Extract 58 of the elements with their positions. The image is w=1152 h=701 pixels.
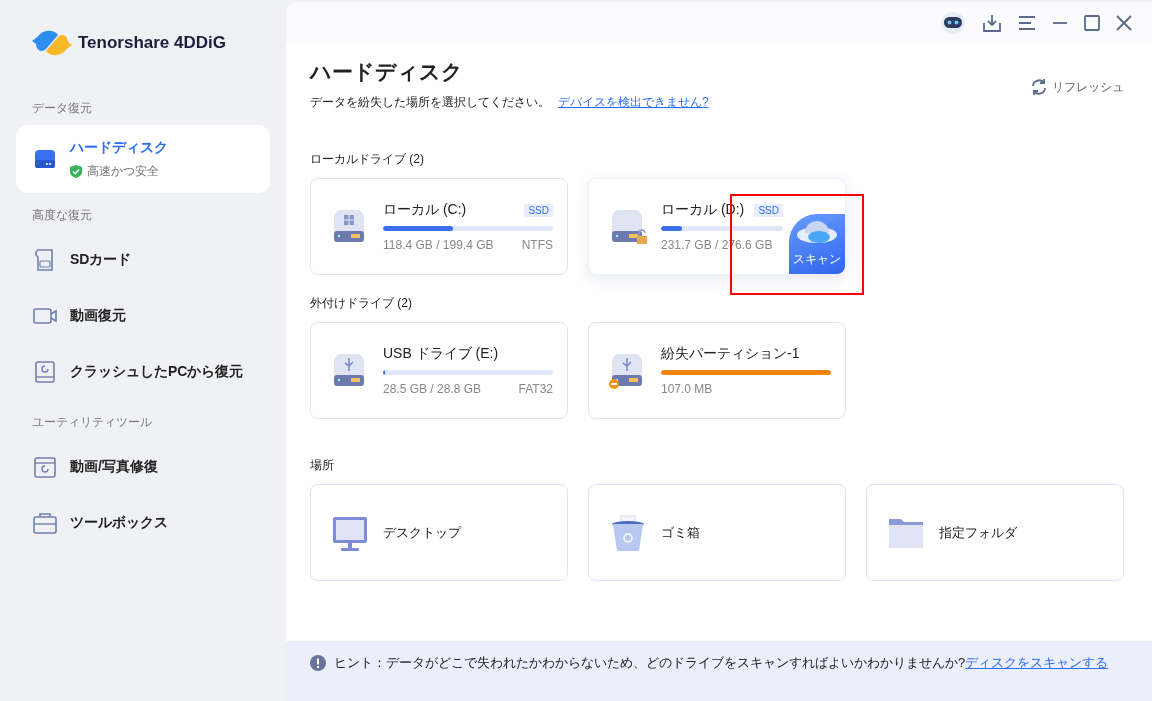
drive-size: 118.4 GB / 199.4 GB <box>383 238 494 252</box>
download-icon[interactable] <box>982 13 1002 33</box>
close-icon[interactable] <box>1116 15 1132 31</box>
section-heading: データ復元 <box>31 100 93 117</box>
page-title: ハードディスク <box>310 59 464 85</box>
drive-name: USB ドライブ (E:) <box>383 345 499 363</box>
sidebar-item[interactable]: クラッシュしたPCから復元 <box>16 344 270 400</box>
toolbox-icon <box>32 510 58 536</box>
maximize-icon[interactable] <box>1084 15 1100 31</box>
drive-card[interactable]: ローカル (C:) SSD 118.4 GB / 199.4 GB NTFS <box>310 178 568 275</box>
sidebar-item[interactable]: ハードディスク 高速かつ安全 <box>16 125 270 193</box>
section-heading: ローカルドライブ (2) <box>310 151 425 168</box>
sidebar-item-label: ハードディスク <box>70 138 168 157</box>
drive-card[interactable]: USB ドライブ (E:) 28.5 GB / 28.8 GB FAT32 <box>310 322 568 419</box>
sidebar-item-caption: 高速かつ安全 <box>87 162 159 180</box>
section-heading: ユーティリティツール <box>31 414 153 431</box>
drive-type-badge: SSD <box>524 203 553 217</box>
hint-text: ヒント：データがどこで失われたかわからないため、どのドライブをスキャンすればよいかわかりませんか?ディスクをスキャンする <box>334 654 1109 672</box>
refresh-icon <box>1030 78 1048 96</box>
sidebar-item[interactable]: 動画/写真修復 <box>16 439 270 495</box>
sidebar-item-label: クラッシュしたPCから復元 <box>70 363 244 381</box>
location-name: 指定フォルダ <box>939 523 1017 542</box>
location-card[interactable]: デスクトップ <box>310 484 568 581</box>
file-system: FAT32 <box>518 382 553 396</box>
calendar-icon <box>32 454 58 480</box>
sidebar-item-label: SDカード <box>70 251 132 269</box>
file-system: NTFS <box>521 238 553 252</box>
trash-can-icon <box>609 513 647 552</box>
instruction-text: データを紛失した場所を選択してください。 <box>310 94 550 111</box>
shield-check-icon <box>70 164 82 178</box>
sidebar-item[interactable]: ツールボックス <box>16 495 270 551</box>
section-heading: 高度な復元 <box>31 207 93 224</box>
sidebar-item[interactable]: SDカード <box>16 232 270 288</box>
help-link[interactable]: デバイスを検出できません? <box>558 94 709 111</box>
location-name: デスクトップ <box>383 523 461 542</box>
computer-icon <box>32 359 58 385</box>
refresh-button[interactable]: リフレッシュ <box>1030 76 1124 98</box>
drive-size: 107.0 MB <box>661 382 713 396</box>
scan-disk-link[interactable]: ディスクをスキャンする <box>965 655 1109 670</box>
info-icon <box>310 655 326 671</box>
sidebar-item-label: 動画/写真修復 <box>70 458 158 476</box>
location-name: ゴミ箱 <box>661 523 700 542</box>
section-heading: 外付けドライブ (2) <box>310 295 413 312</box>
drive-card[interactable]: 紛失パーティション-1 107.0 MB <box>588 322 846 419</box>
app-name: Tenorshare 4DDiG <box>78 33 226 53</box>
robot-icon[interactable] <box>940 11 966 35</box>
sidebar-item-label: 動画復元 <box>70 307 126 325</box>
drive-type-badge: SSD <box>754 203 783 217</box>
drive-size: 28.5 GB / 28.8 GB <box>383 382 482 396</box>
drive-name: 紛失パーティション-1 <box>661 345 800 363</box>
sidebar-item[interactable]: 動画復元 <box>16 288 270 344</box>
menu-icon[interactable] <box>1018 15 1036 31</box>
location-card[interactable]: 指定フォルダ <box>866 484 1124 581</box>
scan-button[interactable]: スキャン <box>789 214 845 274</box>
drive-name: ローカル (C:) <box>383 201 467 219</box>
section-heading: 場所 <box>310 457 335 474</box>
sidebar-item-label: ツールボックス <box>70 514 168 532</box>
location-card[interactable]: ゴミ箱 <box>588 484 846 581</box>
